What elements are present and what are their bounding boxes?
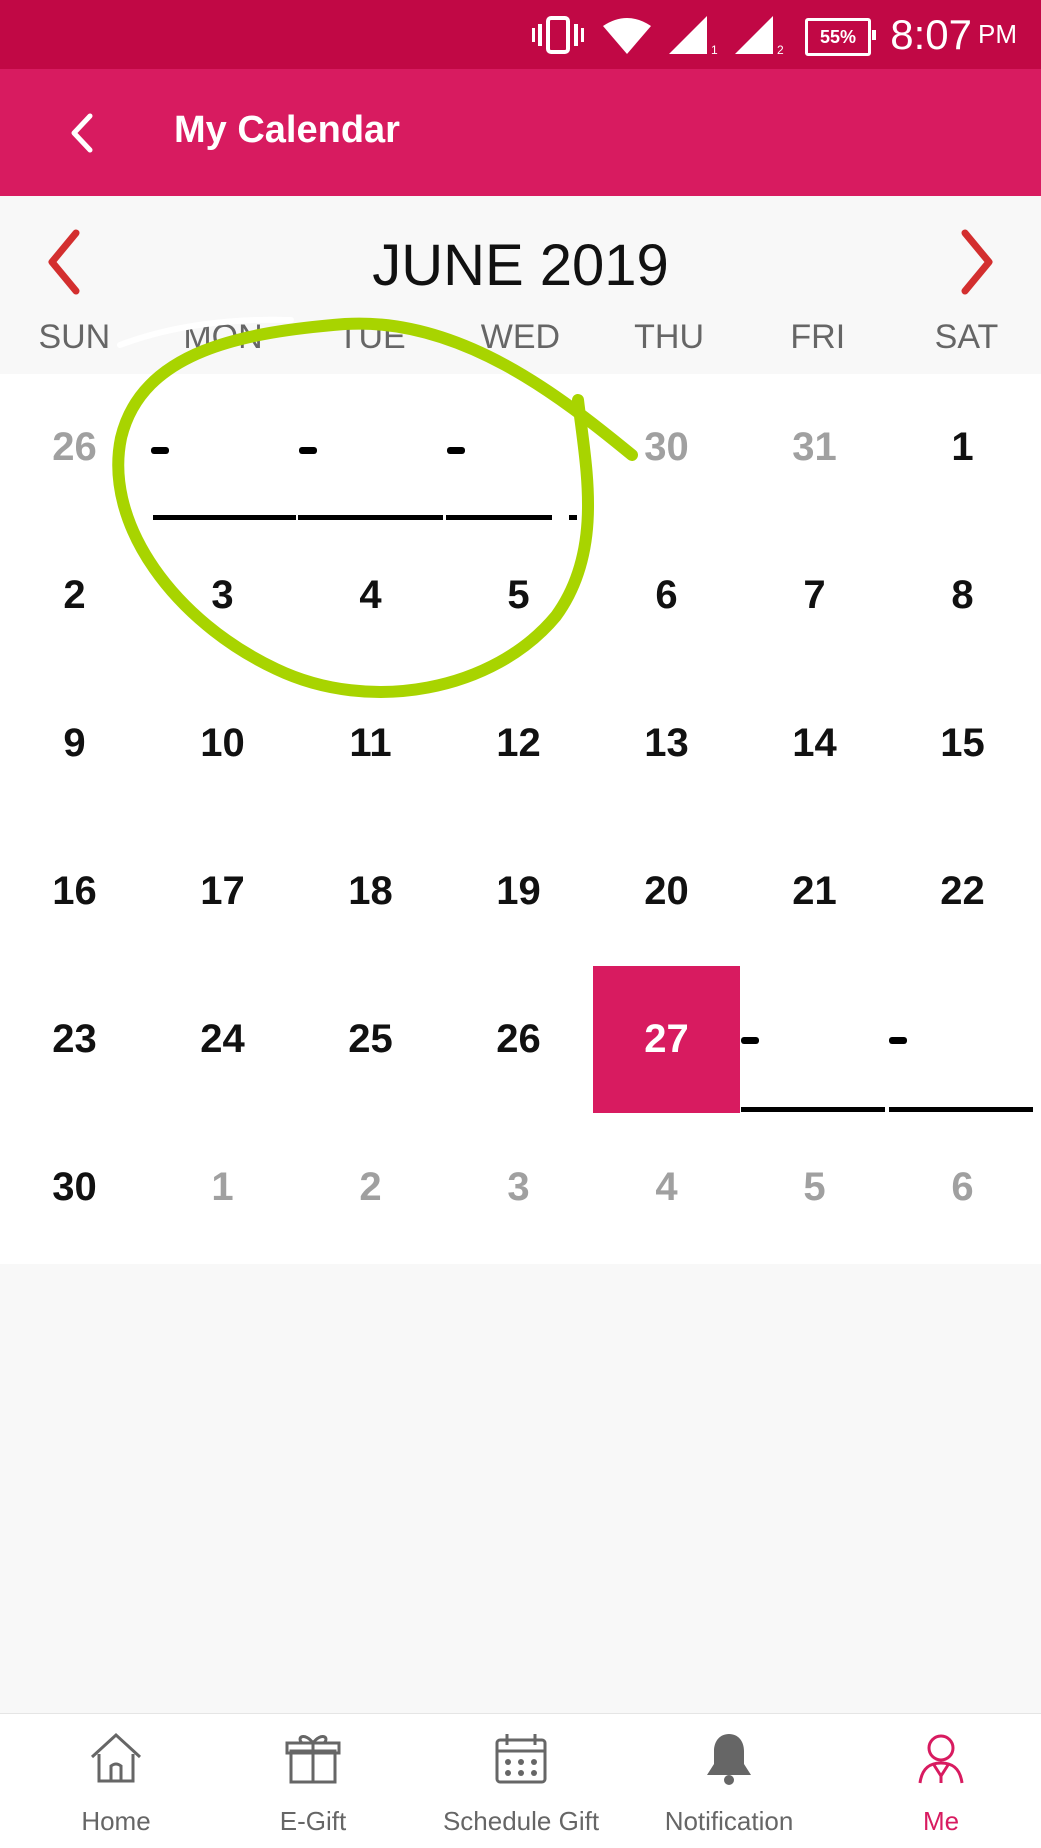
redaction-bar [153, 515, 296, 520]
day-cell[interactable]: 15 [889, 670, 1036, 817]
day-cell[interactable]: 5 [445, 522, 592, 669]
weekday-sun: SUN [38, 318, 111, 356]
day-cell[interactable]: 10 [149, 670, 296, 817]
day-cell[interactable]: 31 [741, 374, 888, 521]
weekday-wed: WED [480, 318, 561, 356]
bottom-navigation: Home E-Gift Schedule Gift Notification M… [0, 1713, 1041, 1848]
day-cell[interactable]: 11 [297, 670, 444, 817]
day-cell[interactable]: 1 [889, 374, 1036, 521]
day-cell[interactable]: 2 [297, 1114, 444, 1261]
day-cell[interactable]: 17 [149, 818, 296, 965]
day-cell[interactable]: 6 [889, 1114, 1036, 1261]
chevron-left-icon [71, 113, 93, 152]
day-cell[interactable]: 4 [297, 522, 444, 669]
day-cell[interactable]: 3 [445, 1114, 592, 1261]
day-cell[interactable]: 23 [1, 966, 148, 1113]
status-bar: 1 2 55% 8:07 PM [0, 0, 1041, 69]
weekday-mon: MON [183, 318, 263, 356]
day-cell[interactable] [889, 966, 1036, 1113]
back-button[interactable] [52, 89, 112, 176]
calendar-grid: 26 30 31 1 2 3 4 5 6 7 8 9 10 11 12 13 1… [0, 374, 1041, 1264]
month-title: JUNE 2019 [372, 233, 669, 298]
tab-home[interactable]: Home [66, 1729, 166, 1837]
day-cell[interactable]: 21 [741, 818, 888, 965]
page-title: My Calendar [174, 109, 400, 151]
svg-text:1: 1 [711, 43, 718, 56]
redaction-bar [569, 515, 577, 520]
day-cell[interactable]: 19 [445, 818, 592, 965]
day-cell[interactable]: 18 [297, 818, 444, 965]
signal-2-icon: 2 [733, 0, 787, 69]
weekday-fri: FRI [790, 318, 846, 356]
day-cell[interactable] [741, 966, 888, 1113]
weekday-header: SUN MON TUE WED THU FRI SAT [0, 318, 1041, 357]
day-cell[interactable]: 2 [1, 522, 148, 669]
day-cell[interactable]: 9 [1, 670, 148, 817]
time-value: 8:07 [890, 10, 972, 58]
redaction-dash [151, 447, 169, 454]
tab-e-gift-label: E-Gift [279, 1806, 347, 1836]
redaction-bar [298, 515, 443, 520]
tab-me[interactable]: Me [911, 1729, 971, 1837]
day-cell[interactable]: 26 [1, 374, 148, 521]
chevron-right-red-icon [961, 229, 993, 295]
svg-text:2: 2 [777, 43, 784, 56]
home-icon [90, 1732, 142, 1783]
wifi-icon [600, 0, 654, 69]
redaction-dash [741, 1037, 759, 1044]
battery-indicator: 55% [805, 18, 876, 56]
redaction-dash [889, 1037, 907, 1044]
tab-home-label: Home [81, 1806, 151, 1836]
next-month-button[interactable] [937, 222, 1017, 302]
day-cell[interactable]: 8 [889, 522, 1036, 669]
time-ampm: PM [978, 19, 1017, 49]
tab-schedule-gift[interactable]: Schedule Gift [438, 1729, 604, 1837]
day-cell[interactable]: 25 [297, 966, 444, 1113]
redaction-bar [446, 515, 552, 520]
day-cell[interactable]: 30 [593, 374, 740, 521]
day-cell[interactable]: 20 [593, 818, 740, 965]
redaction-dash [299, 447, 317, 454]
day-cell[interactable]: 5 [741, 1114, 888, 1261]
day-cell[interactable]: 16 [1, 818, 148, 965]
weekday-thu: THU [634, 318, 705, 356]
gift-icon [285, 1735, 341, 1784]
day-cell[interactable]: 6 [593, 522, 740, 669]
app-bar: My Calendar [0, 69, 1041, 196]
signal-1-icon: 1 [667, 0, 721, 69]
weekday-tue: TUE [337, 318, 406, 356]
redaction-bar [741, 1107, 885, 1112]
day-cell[interactable]: 22 [889, 818, 1036, 965]
profile-icon [918, 1734, 964, 1784]
tab-me-label: Me [922, 1806, 960, 1836]
calendar-icon [495, 1734, 547, 1784]
day-cell[interactable] [149, 374, 296, 521]
tab-notification[interactable]: Notification [661, 1729, 797, 1837]
redaction-dash [447, 447, 465, 454]
day-cell[interactable]: 26 [445, 966, 592, 1113]
day-cell[interactable]: 14 [741, 670, 888, 817]
tab-schedule-gift-label: Schedule Gift [442, 1806, 600, 1836]
day-cell[interactable]: 4 [593, 1114, 740, 1261]
day-cell[interactable] [297, 374, 444, 521]
day-cell[interactable]: 12 [445, 670, 592, 817]
weekday-sat: SAT [934, 318, 999, 356]
vibrate-icon [530, 0, 586, 69]
day-cell-selected[interactable]: 27 [593, 966, 740, 1113]
day-cell[interactable]: 24 [149, 966, 296, 1113]
day-cell[interactable]: 3 [149, 522, 296, 669]
day-cell[interactable]: 13 [593, 670, 740, 817]
status-time: 8:07 PM [890, 0, 1017, 69]
tab-e-gift[interactable]: E-Gift [268, 1729, 358, 1837]
redaction-bar [889, 1107, 1033, 1112]
day-cell[interactable]: 1 [149, 1114, 296, 1261]
day-cell[interactable] [445, 374, 592, 521]
day-cell[interactable]: 30 [1, 1114, 148, 1261]
bell-icon [707, 1734, 751, 1785]
tab-notification-label: Notification [664, 1806, 794, 1836]
day-cell[interactable]: 7 [741, 522, 888, 669]
